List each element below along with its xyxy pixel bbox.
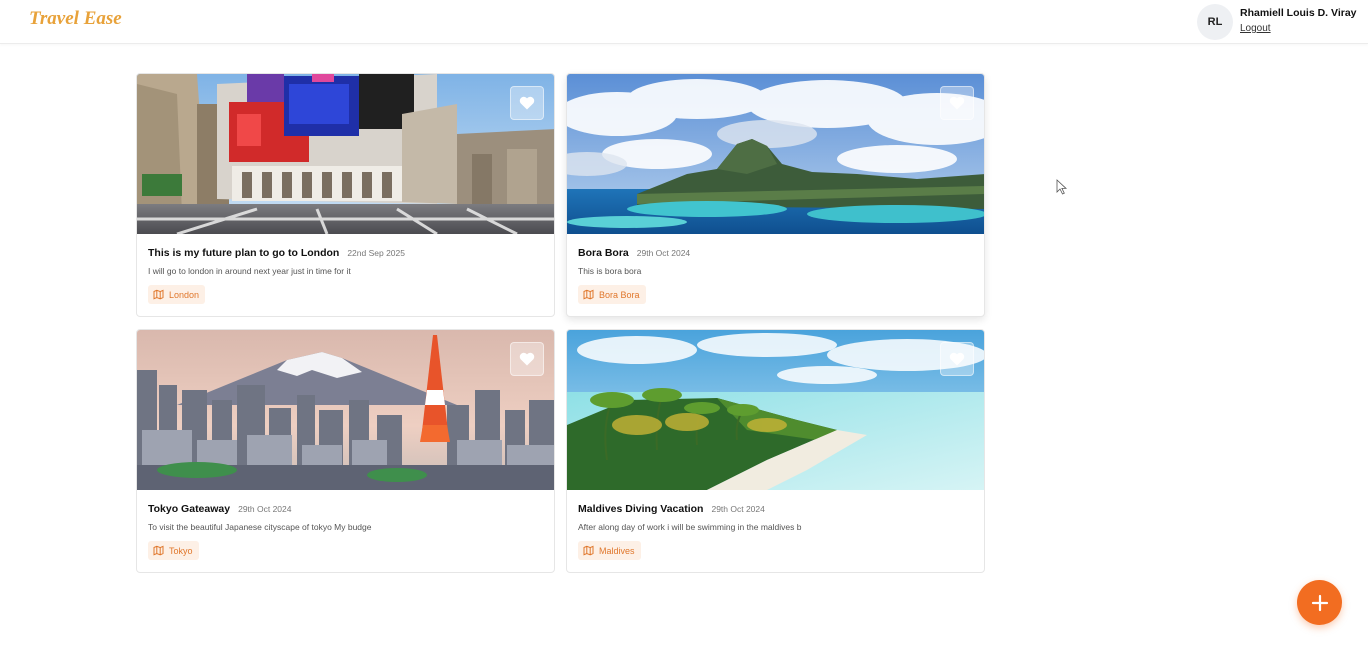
- location-label: Maldives: [599, 545, 635, 556]
- heart-icon: [949, 96, 965, 110]
- card-header: This is my future plan to go to London 2…: [148, 247, 405, 259]
- add-story-button[interactable]: [1297, 580, 1342, 625]
- location-label: Bora Bora: [599, 289, 640, 300]
- location-label: Tokyo: [169, 545, 193, 556]
- card-date: 29th Oct 2024: [238, 504, 292, 514]
- location-tag: London: [148, 285, 206, 304]
- mouse-cursor-icon: [1056, 179, 1068, 195]
- maldives-beach-photo: [567, 330, 984, 490]
- card-date: 29th Oct 2024: [711, 504, 765, 514]
- user-name: Rhamiell Louis D. Viray: [1240, 7, 1357, 19]
- card-title: Bora Bora: [578, 247, 629, 259]
- location-label: London: [169, 289, 200, 300]
- card-description: After along day of work i will be swimmi…: [578, 522, 802, 532]
- card-header: Bora Bora 29th Oct 2024: [578, 247, 690, 259]
- map-icon: [153, 289, 164, 300]
- card-description: I will go to london in around next year …: [148, 266, 351, 276]
- london-street-photo: [137, 74, 554, 234]
- favorite-button[interactable]: [510, 342, 544, 376]
- logout-button[interactable]: Logout: [1240, 23, 1271, 34]
- heart-icon: [519, 96, 535, 110]
- story-card-bora-bora[interactable]: Bora Bora 29th Oct 2024 This is bora bor…: [566, 73, 985, 317]
- plus-icon: [1311, 594, 1328, 611]
- map-icon: [153, 545, 164, 556]
- card-date: 29th Oct 2024: [636, 248, 691, 258]
- story-card-tokyo[interactable]: Tokyo Gateaway 29th Oct 2024 To visit th…: [136, 329, 555, 573]
- favorite-button[interactable]: [940, 342, 974, 376]
- bora-bora-island-photo: [567, 74, 984, 234]
- top-navbar: Travel Ease RL Rhamiell Louis D. Viray L…: [0, 0, 1368, 44]
- favorite-button[interactable]: [940, 86, 974, 120]
- card-header: Maldives Diving Vacation 29th Oct 2024: [578, 503, 765, 515]
- heart-icon: [519, 352, 535, 366]
- card-title: Maldives Diving Vacation: [578, 503, 704, 515]
- user-avatar: RL: [1197, 4, 1233, 40]
- map-icon: [583, 289, 594, 300]
- app-logo[interactable]: Travel Ease: [29, 8, 122, 30]
- location-tag: Tokyo: [148, 541, 199, 560]
- location-tag: Bora Bora: [578, 285, 646, 304]
- location-tag: Maldives: [578, 541, 641, 560]
- card-title: This is my future plan to go to London: [148, 247, 340, 259]
- heart-icon: [949, 352, 965, 366]
- card-title: Tokyo Gateaway: [148, 503, 231, 515]
- card-description: This is bora bora: [578, 266, 642, 276]
- tokyo-skyline-photo: [137, 330, 554, 490]
- story-card-london[interactable]: This is my future plan to go to London 2…: [136, 73, 555, 317]
- map-icon: [583, 545, 594, 556]
- story-card-maldives[interactable]: Maldives Diving Vacation 29th Oct 2024 A…: [566, 329, 985, 573]
- favorite-button[interactable]: [510, 86, 544, 120]
- card-description: To visit the beautiful Japanese cityscap…: [148, 522, 372, 532]
- card-header: Tokyo Gateaway 29th Oct 2024: [148, 503, 292, 515]
- card-date: 22nd Sep 2025: [347, 248, 405, 258]
